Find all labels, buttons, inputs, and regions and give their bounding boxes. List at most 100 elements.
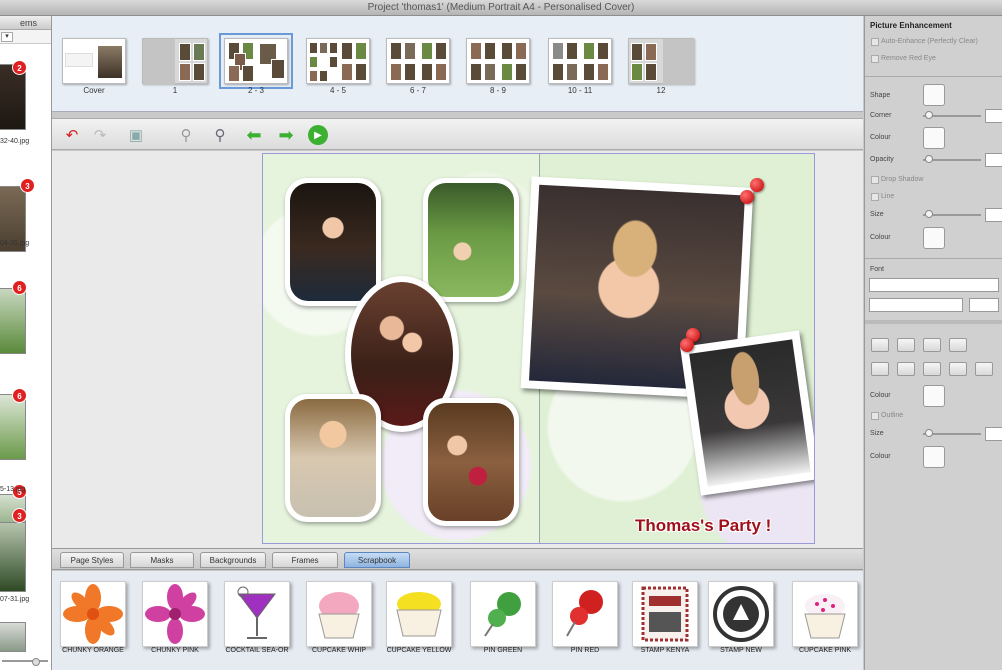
photo-frame[interactable] bbox=[423, 178, 519, 302]
usage-count-badge: 3 bbox=[20, 178, 35, 193]
font-name-field[interactable] bbox=[869, 278, 999, 292]
colour-well[interactable] bbox=[923, 127, 945, 149]
scrapbook-gallery: CHUNKY ORANGE CHUNKY PINK COCKTAIL SEA-O… bbox=[52, 571, 863, 670]
shape-picker[interactable] bbox=[923, 84, 945, 106]
page-thumb-2-3[interactable] bbox=[219, 33, 293, 89]
scrapbook-item[interactable] bbox=[386, 581, 452, 647]
scrapbook-item[interactable] bbox=[224, 581, 290, 647]
page-thumb-4-5[interactable] bbox=[306, 38, 370, 84]
outline-colour-well[interactable] bbox=[923, 446, 945, 468]
arrow-left-icon[interactable]: ⬅ bbox=[244, 125, 264, 145]
scrapbook-item[interactable] bbox=[60, 581, 126, 647]
photo[interactable] bbox=[290, 399, 376, 517]
page-spread[interactable]: Thomas's Party ! bbox=[262, 153, 815, 544]
page-thumb-cover[interactable] bbox=[62, 38, 126, 84]
page-thumb-10-11[interactable] bbox=[548, 38, 612, 84]
page-label: 1 bbox=[172, 86, 178, 95]
corner-slider-knob[interactable] bbox=[925, 111, 933, 119]
window-title: Project 'thomas1' (Medium Portrait A4 - … bbox=[0, 0, 1002, 16]
photo-thumbnail[interactable] bbox=[0, 394, 26, 460]
drop-shadow-checkbox[interactable] bbox=[871, 176, 879, 184]
corner-value-field[interactable] bbox=[985, 109, 1002, 123]
text-italic-button[interactable] bbox=[897, 362, 915, 376]
zoom-out-icon[interactable]: ⚲ bbox=[176, 125, 196, 145]
page-thumb-12[interactable] bbox=[628, 38, 695, 85]
tab-backgrounds[interactable]: Backgrounds bbox=[200, 552, 266, 568]
scrapbook-item[interactable] bbox=[142, 581, 208, 647]
text-colour-well[interactable] bbox=[923, 385, 945, 407]
font-style-select[interactable] bbox=[869, 298, 963, 312]
text-bold-button[interactable] bbox=[871, 362, 889, 376]
size-value-field[interactable] bbox=[985, 208, 1002, 222]
cocktail-glass-icon bbox=[237, 586, 276, 639]
red-pin-icon bbox=[566, 590, 603, 637]
align-center-button[interactable] bbox=[897, 338, 915, 352]
remove-red-eye-checkbox[interactable] bbox=[871, 55, 879, 63]
tab-page-styles[interactable]: Page Styles bbox=[60, 552, 124, 568]
align-justify-button[interactable] bbox=[949, 338, 967, 352]
page-label: 10 - 11 bbox=[567, 86, 593, 95]
text-underline-button[interactable] bbox=[923, 362, 941, 376]
line-checkbox[interactable] bbox=[871, 193, 879, 201]
library-dropdown[interactable]: ▾ bbox=[1, 32, 13, 42]
scrapbook-item[interactable] bbox=[306, 581, 372, 647]
opacity-slider-knob[interactable] bbox=[925, 155, 933, 163]
photo[interactable] bbox=[428, 403, 514, 521]
scrapbook-item-label: CUPCAKE WHIP bbox=[311, 647, 367, 654]
text-spacing-button[interactable] bbox=[975, 362, 993, 376]
photo-frame[interactable] bbox=[285, 394, 381, 522]
scrapbook-item[interactable] bbox=[632, 581, 698, 647]
thumbnail-size-knob[interactable] bbox=[32, 658, 40, 666]
colour-label: Colour bbox=[870, 234, 891, 241]
scrapbook-item[interactable] bbox=[552, 581, 618, 647]
photo-thumbnail[interactable] bbox=[0, 522, 26, 592]
save-icon[interactable]: ▣ bbox=[126, 125, 146, 145]
outline-size-slider-knob[interactable] bbox=[925, 429, 933, 437]
outline-checkbox[interactable] bbox=[871, 412, 879, 420]
editor-toolbar: ↶ ↷ ▣ ⚲ ⚲ ⬅ ➡ ▶ bbox=[52, 118, 863, 150]
right-page[interactable]: Thomas's Party ! bbox=[520, 154, 814, 543]
page-navigator: Cover 1 2 - 3 4 - 5 6 - 7 8 - 9 10 - 11 … bbox=[52, 16, 863, 112]
photo[interactable] bbox=[290, 183, 376, 301]
scrapbook-item[interactable] bbox=[792, 581, 858, 647]
spread-title-text[interactable]: Thomas's Party ! bbox=[635, 516, 771, 536]
page-thumb-6-7[interactable] bbox=[386, 38, 450, 84]
thumbnail-size-slider[interactable] bbox=[2, 660, 48, 662]
shape-label: Shape bbox=[870, 92, 891, 99]
scrapbook-item[interactable] bbox=[470, 581, 536, 647]
tab-masks[interactable]: Masks bbox=[130, 552, 194, 568]
size-label: Size bbox=[870, 430, 884, 437]
left-page[interactable] bbox=[263, 154, 539, 543]
red-pin-icon bbox=[740, 190, 754, 204]
tab-scrapbook[interactable]: Scrapbook bbox=[344, 552, 410, 568]
tab-frames[interactable]: Frames bbox=[272, 552, 338, 568]
line-colour-well[interactable] bbox=[923, 227, 945, 249]
photo-thumbnail[interactable] bbox=[0, 622, 26, 652]
photo-frame[interactable] bbox=[423, 398, 519, 526]
opacity-value-field[interactable] bbox=[985, 153, 1002, 167]
play-icon[interactable]: ▶ bbox=[308, 125, 328, 145]
red-pin-icon bbox=[750, 178, 764, 192]
zoom-in-icon[interactable]: ⚲ bbox=[210, 125, 230, 145]
photo[interactable] bbox=[689, 339, 811, 487]
arrow-right-icon[interactable]: ➡ bbox=[276, 125, 296, 145]
usage-count-badge: 6 bbox=[12, 388, 27, 403]
size-label: Size bbox=[870, 211, 884, 218]
photo[interactable] bbox=[428, 183, 514, 297]
align-left-button[interactable] bbox=[871, 338, 889, 352]
photo-thumbnail[interactable] bbox=[0, 288, 26, 354]
photo-frame[interactable] bbox=[285, 178, 381, 306]
align-right-button[interactable] bbox=[923, 338, 941, 352]
colour-label: Colour bbox=[870, 453, 891, 460]
redo-icon[interactable]: ↷ bbox=[90, 125, 110, 145]
outline-size-field[interactable] bbox=[985, 427, 1002, 441]
page-thumb-8-9[interactable] bbox=[466, 38, 530, 84]
auto-enhance-checkbox[interactable] bbox=[871, 38, 879, 46]
text-valign-button[interactable] bbox=[949, 362, 967, 376]
page-thumb-1[interactable] bbox=[142, 38, 208, 85]
undo-icon[interactable]: ↶ bbox=[62, 125, 82, 145]
photo-frame-polaroid[interactable] bbox=[680, 330, 814, 496]
scrapbook-item[interactable] bbox=[708, 581, 774, 647]
size-slider-knob[interactable] bbox=[925, 210, 933, 218]
font-size-field[interactable] bbox=[969, 298, 999, 312]
